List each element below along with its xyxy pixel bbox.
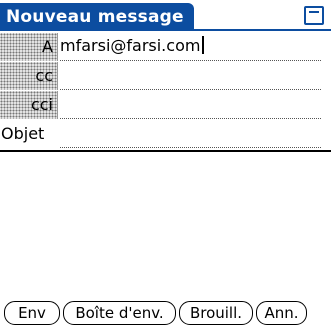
- subject-label-cell: Objet: [0, 120, 58, 148]
- message-body[interactable]: [0, 152, 331, 296]
- text-cursor: [202, 36, 205, 54]
- bcc-row: cci: [0, 91, 331, 119]
- bcc-field[interactable]: [60, 91, 321, 119]
- cc-row: cc: [0, 62, 331, 90]
- outbox-button[interactable]: Boîte d'env.: [63, 301, 176, 325]
- menu-icon-bar: [309, 11, 319, 13]
- to-value: mfarsi@farsi.com: [60, 36, 201, 55]
- title-bar: Nouveau message: [0, 0, 331, 32]
- to-label: A: [42, 37, 53, 56]
- to-button[interactable]: A: [0, 33, 58, 61]
- cancel-button[interactable]: Ann.: [256, 301, 307, 325]
- button-bar: Env Boîte d'env. Brouill. Ann.: [0, 301, 331, 327]
- to-row: A mfarsi@farsi.com: [0, 33, 331, 61]
- title-underline: [0, 29, 331, 31]
- subject-label: Objet: [1, 124, 45, 143]
- bcc-button[interactable]: cci: [0, 91, 58, 119]
- subject-row: Objet: [0, 120, 331, 148]
- app-title[interactable]: Nouveau message: [0, 3, 194, 31]
- cc-field[interactable]: [60, 62, 321, 90]
- compose-screen: Nouveau message A mfarsi@farsi.com cc cc…: [0, 0, 331, 331]
- to-field[interactable]: mfarsi@farsi.com: [60, 33, 321, 61]
- send-button[interactable]: Env: [4, 301, 60, 325]
- cc-button[interactable]: cc: [0, 62, 58, 90]
- bcc-label: cci: [30, 95, 53, 114]
- drafts-button[interactable]: Brouill.: [179, 301, 253, 325]
- cc-label: cc: [35, 66, 53, 85]
- menu-icon[interactable]: [304, 6, 324, 25]
- subject-field[interactable]: [60, 120, 321, 148]
